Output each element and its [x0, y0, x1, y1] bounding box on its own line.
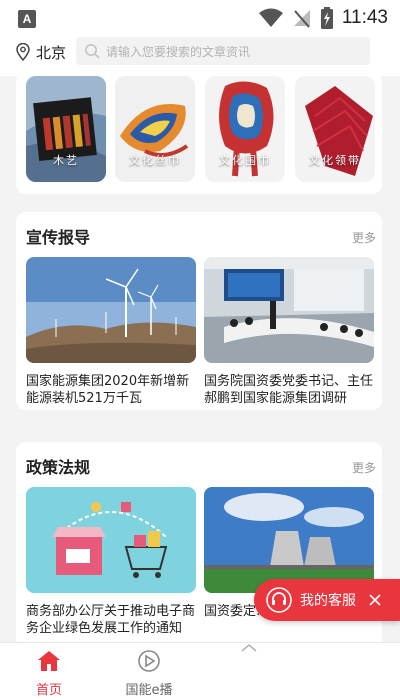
play-icon — [138, 650, 160, 672]
news-image — [204, 257, 374, 363]
search-placeholder: 请输入您要搜索的文章资讯 — [106, 44, 251, 59]
power-plant-image — [204, 487, 374, 593]
category-item-scarf[interactable]: 文化围巾 — [205, 76, 285, 182]
news-image — [26, 487, 196, 593]
tab-e-broadcast[interactable]: 国能e播 — [114, 649, 184, 698]
section-publicity: 宣传报导 更多 国家能源集团2020年新增新能源装机521万千瓦 国务院国资委党… — [16, 212, 382, 410]
status-icons: 11:43 — [258, 6, 388, 30]
section-title: 政策法规 — [26, 458, 91, 477]
news-image — [204, 487, 374, 593]
chevron-up-icon[interactable] — [240, 643, 258, 653]
more-link[interactable]: 更多 — [352, 229, 376, 246]
category-item-wood[interactable]: 木艺 — [26, 76, 106, 182]
wifi-icon — [258, 8, 283, 27]
category-label: 文化丝巾 — [129, 154, 181, 167]
more-link[interactable]: 更多 — [352, 459, 376, 476]
category-label: 文化领带 — [309, 154, 361, 167]
section-title: 宣传报导 — [26, 228, 91, 247]
status-bar: A 11:43 — [0, 0, 400, 36]
news-image — [26, 257, 196, 363]
location-pin-icon — [16, 43, 30, 61]
news-title: 商务部办公厅关于推动电子商务企业绿色发展工作的通知 — [26, 604, 196, 636]
city-label: 北京 — [36, 43, 67, 62]
news-item[interactable]: 国务院国资委党委书记、主任郝鹏到国家能源集团调研 — [204, 257, 374, 407]
search-icon — [85, 44, 100, 59]
no-signal-icon — [293, 10, 310, 28]
ecommerce-illustration-image — [26, 487, 196, 593]
headset-icon — [266, 587, 292, 613]
category-item-silk-scarf[interactable]: 文化丝巾 — [115, 76, 195, 182]
customer-service-button[interactable]: 我的客服 — [254, 579, 400, 621]
app-badge-icon: A — [18, 10, 36, 28]
tab-label: 国能e播 — [125, 683, 173, 698]
top-bar: 北京 请输入您要搜索的文章资讯 — [0, 36, 400, 76]
search-input[interactable]: 请输入您要搜索的文章资讯 — [76, 37, 370, 65]
meeting-room-image — [204, 257, 374, 363]
home-icon — [38, 651, 60, 671]
category-label: 文化围巾 — [219, 154, 271, 167]
news-item[interactable]: 商务部办公厅关于推动电子商务企业绿色发展工作的通知 — [26, 487, 196, 637]
news-title: 国家能源集团2020年新增新能源装机521万千瓦 — [26, 374, 190, 406]
status-time: 11:43 — [341, 7, 388, 28]
category-label: 木艺 — [53, 154, 79, 167]
news-item[interactable]: 国家能源集团2020年新增新能源装机521万千瓦 — [26, 257, 196, 407]
wind-turbine-image — [26, 257, 196, 363]
category-card: 木艺 文化丝巾 文化围巾 文化领带 — [16, 72, 382, 194]
close-icon[interactable] — [368, 593, 382, 607]
customer-service-label: 我的客服 — [300, 593, 356, 609]
tab-home[interactable]: 首页 — [14, 649, 84, 698]
location-selector[interactable]: 北京 — [16, 40, 66, 64]
battery-icon — [320, 7, 333, 29]
tab-label: 首页 — [35, 683, 62, 698]
news-title: 国务院国资委党委书记、主任郝鹏到国家能源集团调研 — [204, 374, 374, 406]
tab-bar: 首页 国能e播 — [0, 642, 400, 700]
category-item-tie[interactable]: 文化领带 — [295, 76, 375, 182]
